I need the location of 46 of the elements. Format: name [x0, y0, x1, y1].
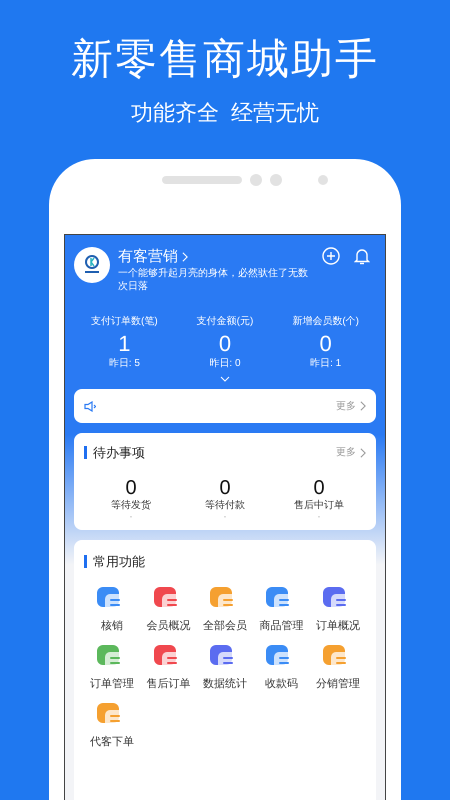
- functions-title: 常用功能: [93, 552, 145, 570]
- todo-note: -: [224, 512, 226, 522]
- todo-count: 0: [125, 476, 137, 498]
- todo-label[interactable]: 等待发货: [111, 498, 151, 512]
- tagline: 功能齐全 经营无忧: [130, 99, 320, 127]
- expand-icon[interactable]: [220, 376, 230, 382]
- stat-value: 1: [118, 330, 130, 358]
- todo-note: -: [130, 512, 132, 522]
- function-label[interactable]: 收款码: [264, 677, 298, 691]
- chevron-icon: [360, 401, 366, 411]
- chevron-icon: [182, 252, 188, 262]
- function-label[interactable]: 商品管理: [259, 619, 304, 633]
- function-label[interactable]: 订单管理: [90, 677, 134, 691]
- stat-value: 0: [320, 330, 332, 358]
- function-label[interactable]: 数据统计: [202, 677, 247, 691]
- headline: 新零售商城助手: [71, 34, 379, 84]
- phone-camera: [270, 174, 282, 186]
- stat-label: 支付订单数(笔): [90, 315, 158, 328]
- stat-yesterday: 昨日: 1: [310, 358, 342, 370]
- function-label[interactable]: 分销管理: [316, 677, 360, 691]
- stat-label: 支付金额(元): [196, 315, 254, 328]
- phone-sensor: [250, 174, 262, 186]
- function-label[interactable]: 代客下单: [90, 735, 134, 749]
- todo-label[interactable]: 售后中订单: [294, 498, 344, 512]
- speaker-icon: [84, 400, 96, 412]
- todo-note: -: [318, 512, 320, 522]
- phone-camera: [318, 175, 328, 185]
- function-label[interactable]: 会员概况: [146, 619, 191, 633]
- todo-count: 0: [219, 476, 231, 498]
- function-label[interactable]: 全部会员: [202, 619, 247, 633]
- store-name[interactable]: 有客营销: [118, 247, 178, 267]
- stat-yesterday: 昨日: 5: [108, 358, 140, 370]
- function-label[interactable]: 售后订单: [146, 677, 191, 691]
- add-icon[interactable]: [322, 247, 340, 265]
- stat-value: 0: [218, 330, 232, 358]
- function-label[interactable]: 订单概况: [316, 619, 360, 633]
- stat-yesterday: 昨日: 0: [209, 358, 241, 370]
- function-label[interactable]: 核销: [101, 619, 124, 633]
- store-motto: 一个能够升起月亮的身体，必然驮住了无数次日落: [118, 267, 309, 293]
- todo-count: 0: [313, 476, 325, 498]
- stat-label: 新增会员数(个): [292, 315, 359, 328]
- todo-title: 待办事项: [93, 444, 145, 462]
- store-logo: [74, 247, 110, 283]
- todo-label[interactable]: 等待付款: [205, 498, 245, 512]
- chevron-icon: [360, 448, 366, 458]
- bell-icon[interactable]: [354, 247, 370, 265]
